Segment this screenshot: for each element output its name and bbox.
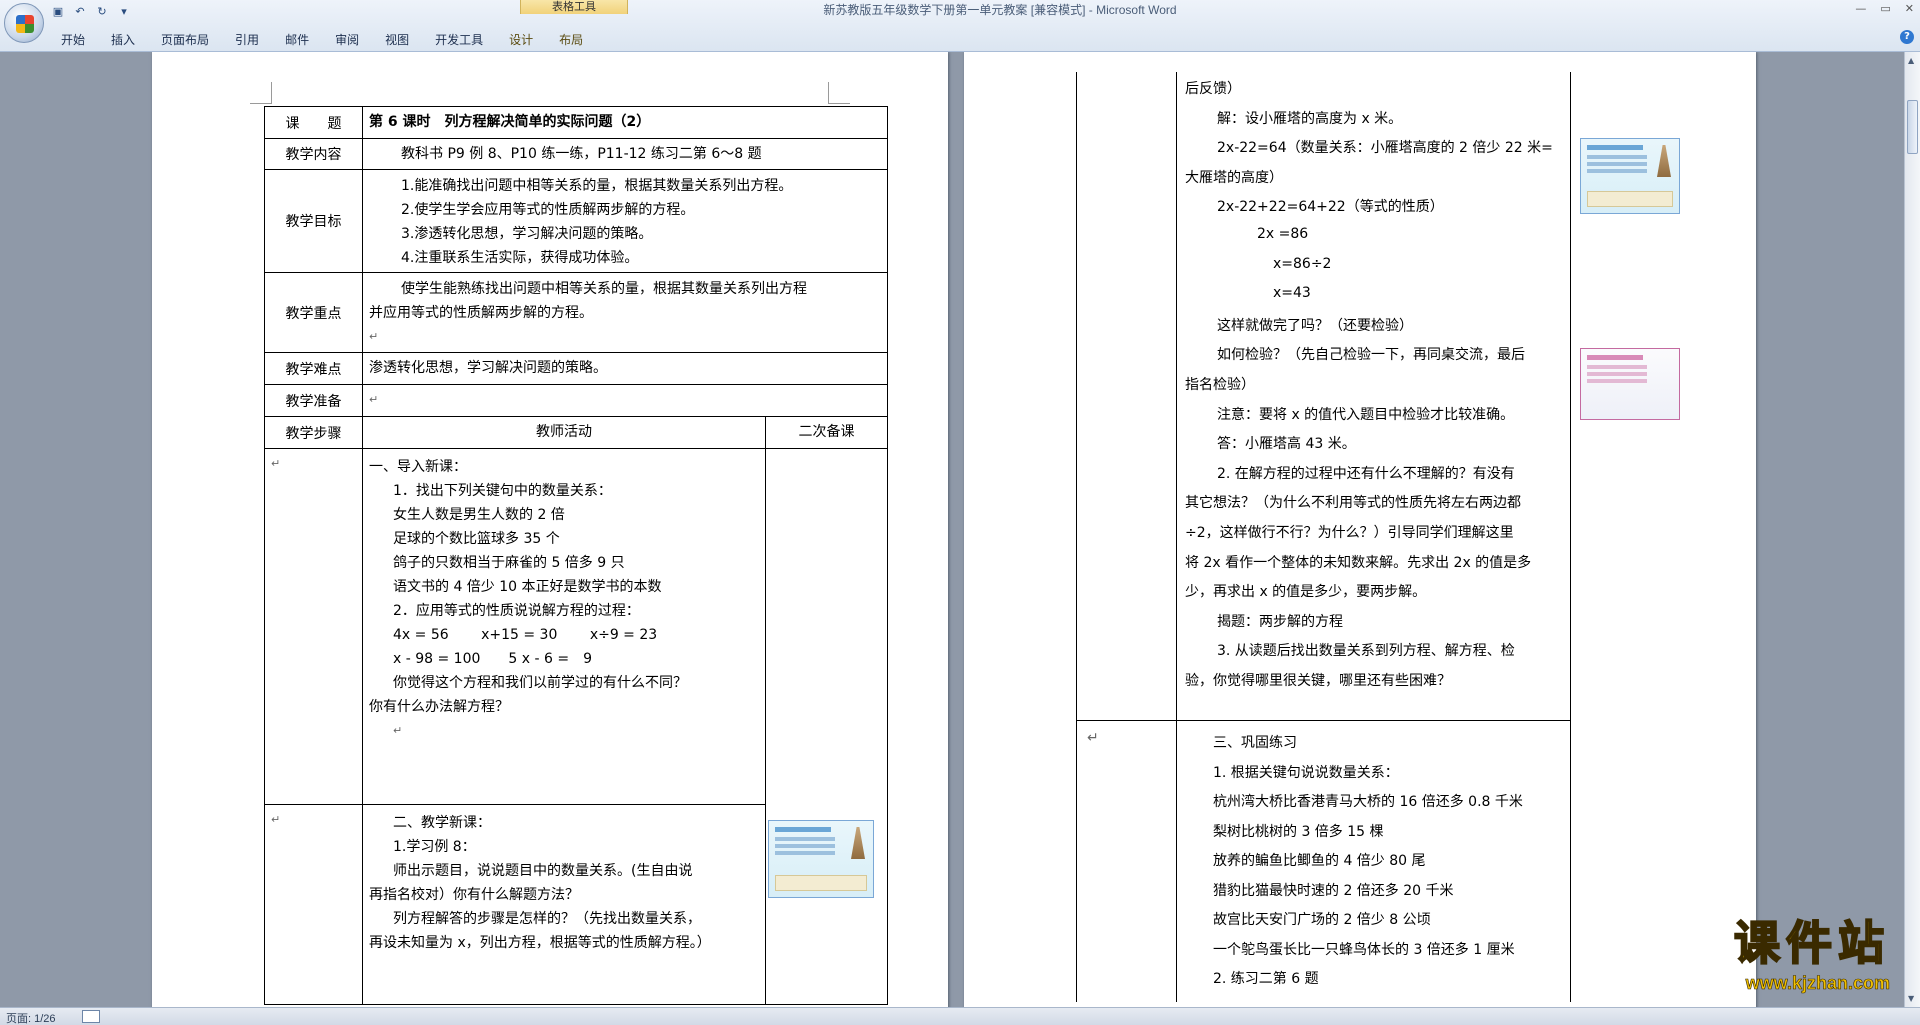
text-line: 一个鸵鸟蛋长比一只蜂鸟体长的 3 倍还多 1 厘米 bbox=[1213, 941, 1515, 958]
text-line: 将 2x 看作一个整体的未知数来解。先求出 2x 的值是多 bbox=[1185, 554, 1532, 571]
continued-table: 后反馈） 解：设小雁塔的高度为 x 米。 2x-22=64（数量关系：小雁塔高度的 … bbox=[1076, 72, 1571, 1002]
tab-insert[interactable]: 插入 bbox=[98, 30, 148, 50]
margin-corner-mark bbox=[828, 82, 850, 104]
tab-developer[interactable]: 开发工具 bbox=[422, 30, 496, 50]
minimize-icon[interactable]: — bbox=[1855, 2, 1866, 15]
ribbon: ▣ ↶ ↻ ▾ 表格工具 新苏教版五年级数学下册第一单元教案 [兼容模式] - … bbox=[0, 0, 1920, 52]
save-icon[interactable]: ▣ bbox=[50, 5, 66, 19]
second-prep-cell[interactable] bbox=[765, 448, 888, 1005]
window-controls: — ▭ ✕ bbox=[1855, 2, 1914, 15]
document-page-right[interactable]: 后反馈） 解：设小雁塔的高度为 x 米。 2x-22=64（数量关系：小雁塔高度的 … bbox=[964, 52, 1756, 1007]
tab-page-layout[interactable]: 页面布局 bbox=[148, 30, 222, 50]
text-line: 如何检验？（先自己检验一下，再同桌交流，最后 bbox=[1217, 347, 1525, 364]
undo-icon[interactable]: ↶ bbox=[72, 5, 88, 19]
tab-design[interactable]: 设计 bbox=[496, 30, 546, 50]
text-line: 大雁塔的高度） bbox=[1185, 169, 1283, 186]
topic-cell[interactable]: 第 6 课时 列方程解决简单的实际问题（2） bbox=[362, 106, 888, 139]
content-label: 教学内容 bbox=[264, 138, 363, 170]
scroll-up-icon[interactable]: ▲ bbox=[1908, 56, 1914, 65]
document-page-left[interactable]: 课 题 第 6 课时 列方程解决简单的实际问题（2） 教学内容 教科书 P9 例… bbox=[152, 52, 948, 1007]
text-line: 2x-22+22=64+22（等式的性质） bbox=[1217, 199, 1444, 216]
site-watermark-logo: 课件站 www.kjzhan.com bbox=[1733, 915, 1890, 993]
text-line: 解：设小雁塔的高度为 x 米。 bbox=[1217, 110, 1403, 127]
office-button[interactable] bbox=[4, 3, 44, 43]
text-line: 其它想法？（为什么不利用等式的性质先将左右两边都 bbox=[1185, 495, 1521, 512]
margin-corner-mark bbox=[250, 82, 272, 104]
text-line: 放养的鳊鱼比鲫鱼的 4 倍少 80 尾 bbox=[1213, 853, 1426, 869]
window-title: 新苏教版五年级数学下册第一单元教案 [兼容模式] - Microsoft Wor… bbox=[823, 3, 1177, 17]
steps-label: 教学步骤 bbox=[264, 416, 363, 449]
tab-review[interactable]: 审阅 bbox=[322, 30, 372, 50]
text-line: 指名检验） bbox=[1185, 377, 1255, 393]
content-cell[interactable]: 教科书 P9 例 8、P10 练一练，P11-12 练习二第 6～8 题 bbox=[362, 138, 888, 170]
intro-cell[interactable]: 一、导入新课： 1．找出下列关键句中的数量关系： 女生人数是男生人数的 2 倍 … bbox=[362, 448, 766, 805]
text-line: 2. 练习二第 6 题 bbox=[1213, 971, 1319, 987]
page-count[interactable]: 页面: 1/26 bbox=[6, 1010, 56, 1025]
text-line: x=86÷2 bbox=[1273, 255, 1332, 272]
difficulty-label: 教学难点 bbox=[264, 352, 363, 385]
text-line: 2x-22=64（数量关系：小雁塔高度的 2 倍少 22 米= bbox=[1217, 140, 1553, 157]
topic-label: 课 题 bbox=[264, 106, 363, 139]
slide-thumbnail-image[interactable] bbox=[1580, 348, 1680, 420]
office-logo-icon bbox=[16, 15, 34, 33]
tab-layout[interactable]: 布局 bbox=[546, 30, 596, 50]
table-tools-label: 表格工具 bbox=[520, 0, 628, 14]
scroll-down-icon[interactable]: ▼ bbox=[1908, 994, 1914, 1003]
text-line: 验，你觉得哪里很关键，哪里还有些困难？ bbox=[1185, 673, 1451, 689]
text-line: 后反馈） bbox=[1185, 81, 1241, 97]
text-line: 1. 根据关键句说说数量关系： bbox=[1213, 764, 1399, 781]
new-lesson-cell[interactable]: 二、教学新课： 1.学习例 8： 师出示题目，说说题目中的数量关系。(生自由说 … bbox=[362, 804, 766, 1005]
tab-view[interactable]: 视图 bbox=[372, 30, 422, 50]
step-cell-1[interactable]: ↵ bbox=[264, 448, 363, 805]
teacher-activity-header: 教师活动 bbox=[362, 416, 766, 449]
redo-icon[interactable]: ↻ bbox=[94, 5, 110, 19]
prep-cell[interactable]: ↵ bbox=[362, 384, 888, 417]
row-divider bbox=[1077, 720, 1570, 721]
help-icon[interactable]: ? bbox=[1900, 30, 1914, 44]
goals-label: 教学目标 bbox=[264, 169, 363, 273]
text-line: 2x =86 bbox=[1257, 226, 1309, 242]
text-line: 杭州湾大桥比香港青马大桥的 16 倍还多 0.8 千米 bbox=[1213, 794, 1523, 810]
key-cell[interactable]: 使学生能熟练找出问题中相等关系的量，根据其数量关系列出方程 并应用等式的性质解两… bbox=[362, 272, 888, 353]
text-line: 梨树比桃树的 3 倍多 15 棵 bbox=[1213, 823, 1384, 840]
prep-label: 教学准备 bbox=[264, 384, 363, 417]
ribbon-tabs: 开始 插入 页面布局 引用 邮件 审阅 视图 开发工具 设计 布局 bbox=[48, 30, 596, 50]
goals-cell[interactable]: 1.能准确找出问题中相等关系的量，根据其数量关系列出方程。 2.使学生学会应用等… bbox=[362, 169, 888, 273]
quick-access-toolbar: ▣ ↶ ↻ ▾ bbox=[50, 3, 132, 21]
text-line: 注意：要将 x 的值代入题目中检验才比较准确。 bbox=[1217, 406, 1515, 423]
tab-mailings[interactable]: 邮件 bbox=[272, 30, 322, 50]
scroll-thumb[interactable] bbox=[1907, 100, 1918, 154]
slide-thumbnail-image[interactable] bbox=[768, 820, 874, 898]
key-label: 教学重点 bbox=[264, 272, 363, 353]
second-prep-header: 二次备课 bbox=[765, 416, 888, 449]
vertical-scrollbar[interactable]: ▲ ▼ bbox=[1904, 52, 1920, 1007]
customize-qat-icon[interactable]: ▾ bbox=[116, 5, 132, 19]
text-line: 这样就做完了吗？（还要检验） bbox=[1217, 317, 1413, 334]
text-line: 三、巩固练习 bbox=[1213, 735, 1297, 751]
text-line: 答：小雁塔高 43 米。 bbox=[1217, 436, 1356, 453]
close-icon[interactable]: ✕ bbox=[1905, 2, 1914, 15]
step-cell-2[interactable]: ↵ bbox=[264, 804, 363, 1005]
text-line: 3. 从读题后找出数量关系到列方程、解方程、检 bbox=[1217, 643, 1515, 660]
slide-thumbnail-image[interactable] bbox=[1580, 138, 1680, 214]
text-line: 2. 在解方程的过程中还有什么不理解的？有没有 bbox=[1217, 465, 1515, 482]
document-area[interactable]: 课 题 第 6 课时 列方程解决简单的实际问题（2） 教学内容 教科书 P9 例… bbox=[0, 52, 1904, 1007]
text-line: ÷2，这样做行不行？为什么？）引导同学们理解这里 bbox=[1185, 525, 1514, 541]
tab-references[interactable]: 引用 bbox=[222, 30, 272, 50]
text-line: x=43 bbox=[1273, 285, 1311, 302]
text-line: 揭题：两步解的方程 bbox=[1217, 613, 1343, 630]
status-bar: 页面: 1/26 bbox=[0, 1007, 1920, 1025]
maximize-icon[interactable]: ▭ bbox=[1880, 2, 1890, 15]
tab-home[interactable]: 开始 bbox=[48, 30, 98, 50]
text-line: 猎豹比猫最快时速的 2 倍还多 20 千米 bbox=[1213, 882, 1454, 899]
difficulty-cell[interactable]: 渗透转化思想，学习解决问题的策略。 bbox=[362, 352, 888, 385]
text-line: 少，再求出 x 的值是多少，要两步解。 bbox=[1185, 584, 1427, 601]
step-column bbox=[1077, 72, 1177, 1002]
text-line: 故宫比天安门广场的 2 倍少 8 公顷 bbox=[1213, 912, 1431, 928]
proofing-icon[interactable] bbox=[82, 1010, 100, 1023]
